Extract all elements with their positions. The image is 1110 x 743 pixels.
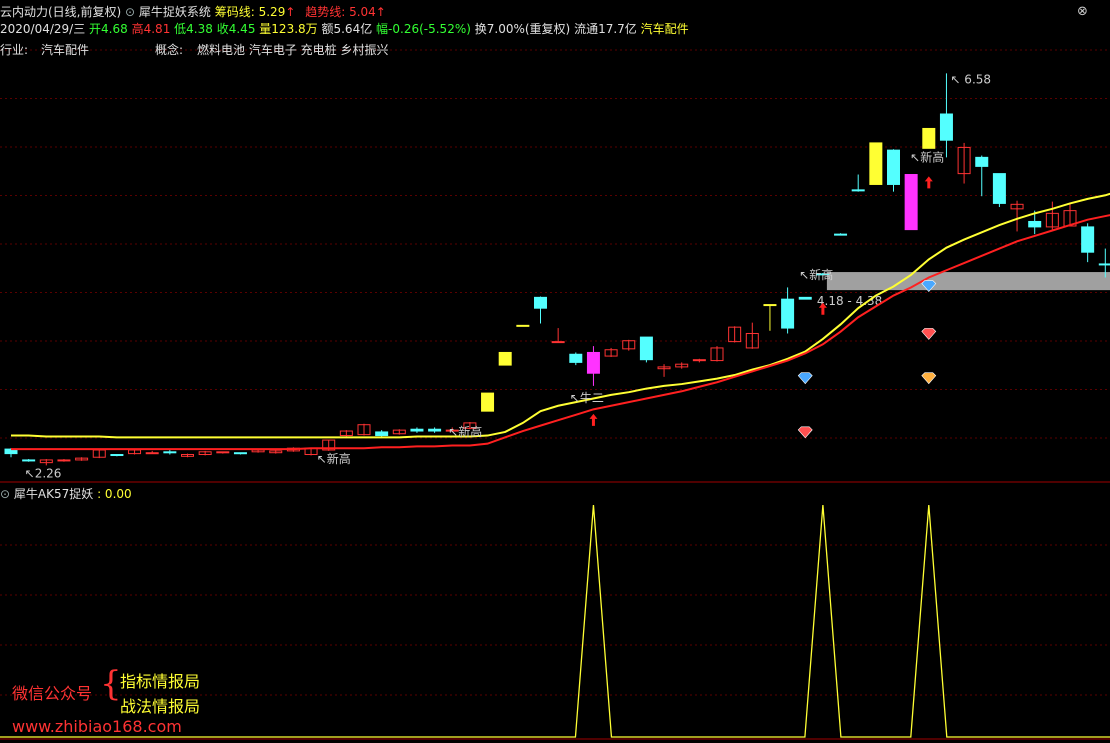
industry-value[interactable]: 汽车配件	[41, 41, 89, 58]
sub-indicator-name[interactable]: 犀牛AK57捉妖	[14, 487, 93, 501]
chip-up-arrow-icon: ↑	[285, 5, 296, 19]
candle-body	[639, 336, 653, 361]
low-value: 低4.38	[174, 22, 213, 36]
candle-body	[992, 173, 1006, 204]
candle-body	[145, 452, 159, 455]
amount-value: 额5.64亿	[321, 22, 373, 36]
candle-body	[922, 127, 936, 149]
candle-body	[163, 451, 177, 454]
candle-body	[516, 324, 530, 327]
diamond-signal-icon	[921, 372, 937, 385]
watermark-line2: 战法情报局	[120, 697, 201, 716]
candle-body	[887, 149, 900, 185]
candle-body	[1028, 220, 1042, 228]
candle-body	[904, 174, 918, 231]
volume-value: 量123.8万	[259, 22, 318, 36]
ohlc-bar: 2020/04/29/三 开4.68 高4.81 低4.38 收4.45 量12…	[0, 20, 689, 37]
low-price-label: ↖2.26	[25, 467, 62, 481]
change-value: 幅-0.26(-5.52%)	[376, 22, 471, 36]
concept-value[interactable]: 燃料电池 汽车电子 充电桩 乡村振兴	[197, 41, 388, 58]
candle-body	[569, 353, 583, 363]
candle-body	[798, 296, 812, 300]
high-value: 高4.81	[131, 22, 171, 36]
candle-body	[834, 233, 848, 236]
candle-body	[586, 351, 600, 374]
watermark-line1: 指标情报局	[120, 672, 201, 691]
candle-body	[428, 428, 442, 432]
support-zone	[826, 272, 1110, 291]
watermark-brace: {	[100, 664, 122, 704]
candle-body	[692, 359, 706, 362]
candle-body	[110, 454, 124, 457]
candle-body	[375, 431, 389, 437]
candle-body	[869, 142, 883, 185]
indicator-name[interactable]: 犀牛捉妖系统	[139, 5, 211, 19]
up-arrow-icon	[924, 176, 933, 189]
close-icon[interactable]: ⊗	[1077, 4, 1088, 19]
candle-body	[57, 459, 71, 462]
candle-body	[975, 156, 989, 167]
candle-body	[233, 452, 247, 455]
candle-body	[763, 304, 777, 307]
dropdown-icon[interactable]: ⊙	[125, 5, 135, 19]
industry-label: 行业:	[0, 43, 29, 57]
open-value: 开4.68	[89, 22, 128, 36]
new-high-label: ↖新高	[910, 149, 944, 164]
niu-er-label: ↖牛二	[570, 390, 604, 405]
candle-body	[1081, 226, 1095, 253]
candle-body	[498, 351, 512, 366]
high-price-label: ↖ 6.58	[950, 72, 991, 86]
candle-body	[781, 298, 795, 329]
candle-body	[22, 459, 36, 462]
candle-body	[481, 392, 495, 412]
industry-tag[interactable]: 汽车配件	[641, 22, 689, 36]
wechat-label: 微信公众号	[12, 684, 93, 703]
sub-indicator-header: ⊙ 犀牛AK57捉妖 : 0.00	[0, 485, 132, 502]
header-bar: 云内动力(日线,前复权) ⊙ 犀牛捉妖系统 筹码线: 5.29↑ 趋势线: 5.…	[0, 3, 386, 20]
new-high-label: ↖新高	[799, 267, 833, 282]
diamond-signal-icon	[921, 328, 937, 340]
candle-body	[216, 451, 230, 454]
candle-body	[410, 428, 424, 432]
diamond-signal-icon	[797, 426, 813, 439]
float-shares-value: 流通17.7亿	[574, 22, 637, 36]
candle-body	[1098, 263, 1110, 266]
chip-line	[11, 192, 1110, 439]
diamond-signal-icon	[797, 372, 813, 385]
candle-body	[534, 296, 547, 309]
chip-line-value: 筹码线: 5.29	[214, 5, 286, 19]
stock-name[interactable]: 云内动力(日线,前复权)	[0, 5, 121, 19]
sub-indicator-value: : 0.00	[97, 487, 132, 501]
candle-body	[939, 113, 953, 141]
bar-date: 2020/04/29/三	[0, 22, 86, 36]
trend-up-arrow-icon: ↑	[375, 5, 386, 19]
price-chart-canvas[interactable]: 4.18 - 4.38 ↖ 6.58 ↖2.26 ↖新高 ↖新高 ↖新高 ↖新高 ↖牛二	[0, 0, 1110, 743]
candle-body	[851, 189, 865, 192]
concept-label: 概念:	[155, 43, 184, 57]
zone-range-label: 4.18 - 4.38	[817, 294, 882, 308]
watermark-url[interactable]: www.zhibiao168.com	[12, 717, 182, 736]
trend-line-value: 趋势线: 5.04	[305, 5, 376, 19]
turnover-value: 换7.00%(重复权)	[474, 22, 571, 36]
new-high-label: ↖新高	[448, 424, 482, 439]
candle-body	[551, 341, 565, 344]
sub-dropdown-icon[interactable]: ⊙	[0, 487, 10, 501]
up-arrow-icon	[589, 413, 598, 426]
new-high-label: ↖新高	[317, 451, 351, 466]
close-value: 收4.45	[216, 22, 256, 36]
